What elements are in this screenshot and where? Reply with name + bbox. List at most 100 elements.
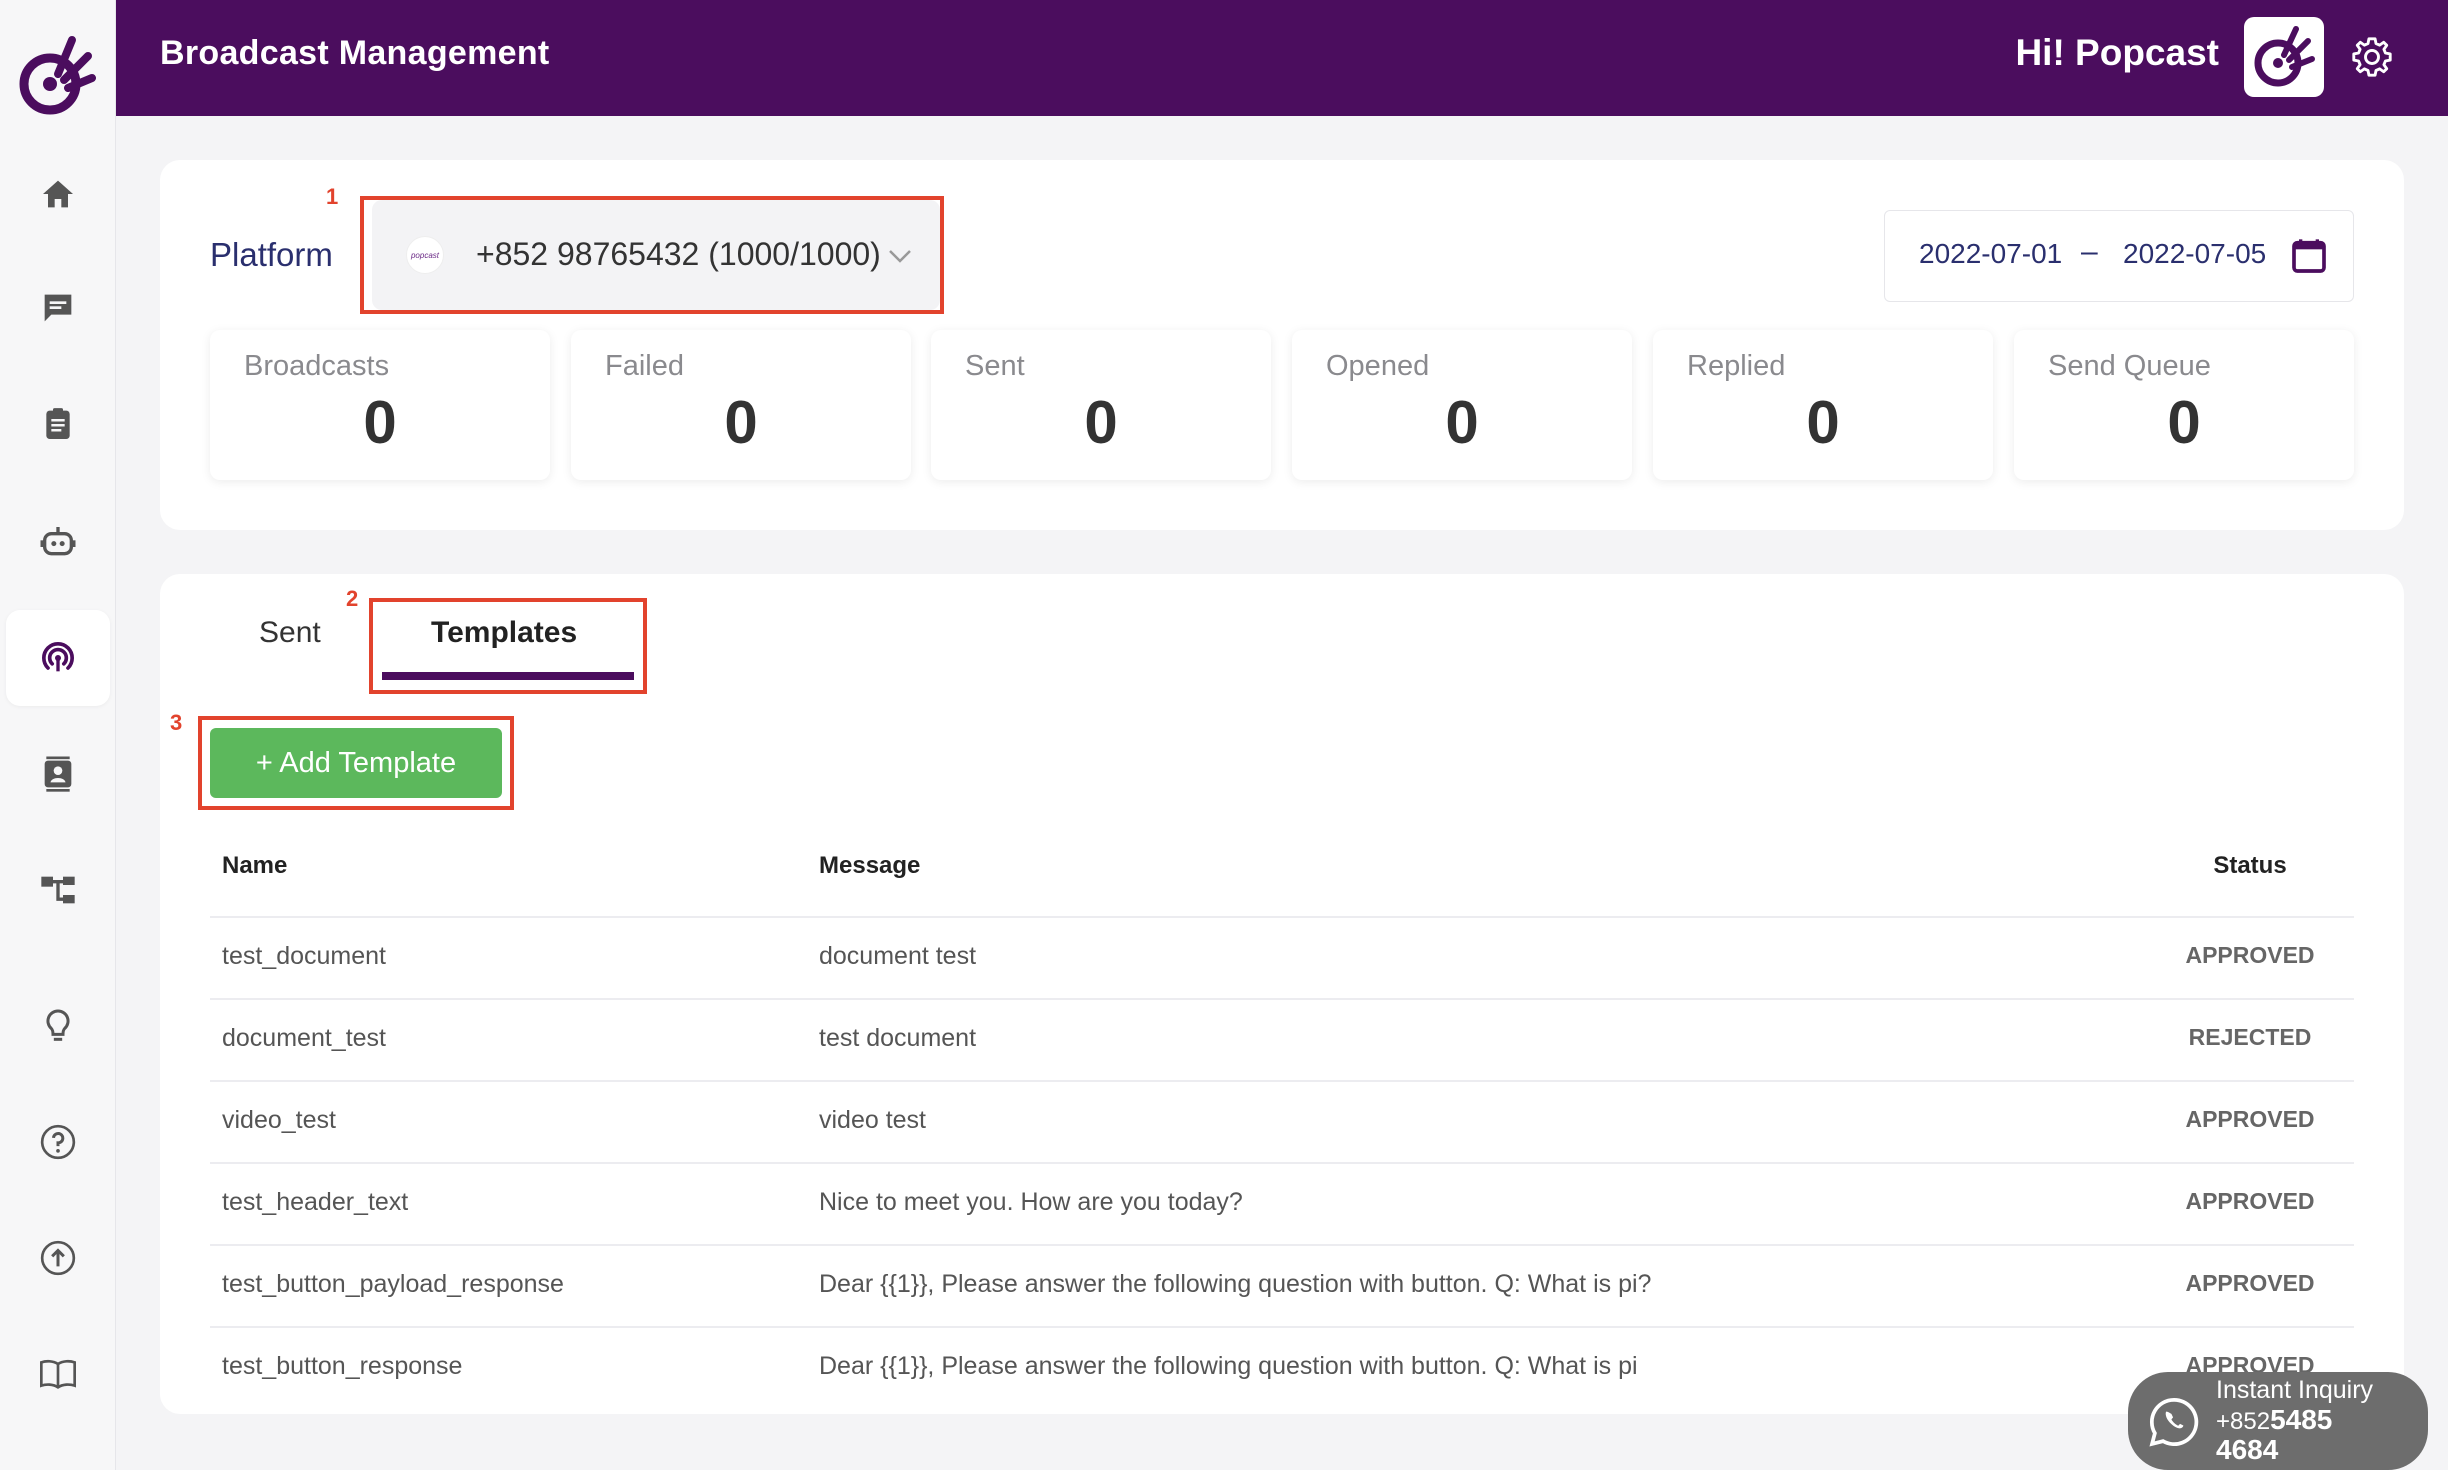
add-template-button[interactable]: + Add Template [210,728,502,798]
whatsapp-label: Instant Inquiry [2216,1376,2374,1404]
sidebar-item-upload[interactable] [6,1210,110,1306]
table-row[interactable]: test_button_payload_response Dear {{1}},… [210,1244,2354,1326]
column-header-name[interactable]: Name [222,852,287,880]
stat-card-sent: Sent 0 [931,330,1271,480]
avatar[interactable] [2244,17,2324,97]
template-name: test_button_payload_response [222,1270,564,1298]
template-message: document test [819,942,977,970]
template-name: test_header_text [222,1188,409,1216]
upload-icon [40,1240,76,1276]
platform-logo: popcast [406,236,444,274]
template-message: video test [819,1106,927,1134]
stat-label: Failed [605,350,684,382]
whatsapp-inquiry-button[interactable]: Instant Inquiry +8525485 4684 [2128,1372,2428,1470]
settings-gear-icon[interactable] [2349,34,2395,80]
stat-value: 0 [1806,389,1840,456]
platform-value: +852 98765432 (1000/1000) [476,236,881,272]
template-message: Dear {{1}}, Please answer the following … [819,1352,1638,1380]
active-tab-indicator [382,672,634,680]
status-badge: APPROVED [2185,1188,2315,1214]
stat-card-broadcasts: Broadcasts 0 [210,330,550,480]
home-icon [43,180,73,208]
tab-sent[interactable]: Sent [259,616,321,650]
sidebar-item-help[interactable] [6,1094,110,1190]
sidebar-item-clipboard[interactable] [6,376,110,472]
date-start: 2022-07-01 [1919,238,2063,269]
annotation-number-3: 3 [170,710,183,735]
tab-templates[interactable]: Templates [431,616,577,650]
status-badge: APPROVED [2185,1270,2315,1296]
filters-card: Platform 1 popcast +852 98765432 (1000/1… [160,160,2404,530]
status-badge: APPROVED [2185,942,2315,968]
whatsapp-number-part: 4684 [2216,1434,2279,1465]
chevron-down-icon [889,250,911,263]
date-separator: – [2081,235,2098,268]
column-header-status[interactable]: Status [2140,852,2360,880]
stat-label: Broadcasts [244,350,390,382]
user-greeting: Hi! Popcast [2015,32,2219,73]
status-badge: APPROVED [2185,1106,2315,1132]
stat-value: 0 [2167,389,2201,456]
page-title: Broadcast Management [160,34,550,72]
sidebar-item-contacts[interactable] [6,726,110,822]
sidebar-item-chat[interactable] [6,260,110,356]
annotation-number-1: 1 [326,184,339,209]
stat-value: 0 [1084,389,1118,456]
whatsapp-prefix: +852 [2216,1408,2271,1435]
lightbulb-icon [46,1009,70,1041]
calendar-icon [2292,239,2326,273]
top-header: Broadcast Management Hi! Popcast [116,0,2448,116]
stat-card-failed: Failed 0 [571,330,911,480]
template-message: test document [819,1024,977,1052]
whatsapp-number-line: +8525485 [2216,1404,2332,1436]
annotation-number-2: 2 [346,586,359,611]
platform-label: Platform [210,236,333,273]
column-header-message[interactable]: Message [819,852,920,880]
template-message: Nice to meet you. How are you today? [819,1188,1243,1216]
flow-icon [41,876,75,904]
table-row[interactable]: test_header_text Nice to meet you. How a… [210,1162,2354,1244]
sidebar-item-broadcast[interactable] [6,610,110,706]
stat-value: 0 [724,389,758,456]
date-range-picker[interactable]: 2022-07-01 – 2022-07-05 [1884,210,2354,302]
sidebar [0,0,116,1470]
stat-value: 0 [363,389,397,456]
stat-label: Sent [965,350,1025,382]
table-row[interactable]: test_document document test APPROVED [210,916,2354,998]
date-end: 2022-07-05 [2123,238,2267,269]
template-message: Dear {{1}}, Please answer the following … [819,1270,1652,1298]
table-row[interactable]: document_test test document REJECTED [210,998,2354,1080]
broadcast-icon [42,641,74,672]
stat-label: Replied [1687,350,1786,382]
whatsapp-number-part: 5485 [2270,1404,2333,1435]
bot-icon [40,527,76,556]
stat-label: Opened [1326,350,1430,382]
popcast-logo[interactable] [16,34,96,118]
platform-dropdown[interactable]: popcast +852 98765432 (1000/1000) [372,200,940,310]
popcast-avatar-icon [2254,26,2315,87]
sidebar-item-docs[interactable] [6,1326,110,1422]
table-row[interactable]: test_button_response Dear {{1}}, Please … [210,1326,2354,1408]
sidebar-item-ideas[interactable] [6,978,110,1074]
template-name: document_test [222,1024,386,1052]
stat-label: Send Queue [2048,350,2211,382]
clipboard-icon [46,408,70,439]
stat-card-replied: Replied 0 [1653,330,1993,480]
chat-icon [44,294,72,322]
sidebar-item-flow[interactable] [6,842,110,938]
templates-card: Sent 2 Templates 3 + Add Template Name M… [160,574,2404,1414]
sidebar-item-home[interactable] [6,146,110,242]
template-name: test_document [222,942,386,970]
stat-card-send-queue: Send Queue 0 [2014,330,2354,480]
status-badge: REJECTED [2188,1024,2312,1050]
template-name: test_button_response [222,1352,463,1380]
help-icon [40,1124,76,1160]
stat-card-opened: Opened 0 [1292,330,1632,480]
contacts-icon [44,756,72,792]
book-icon [40,1359,76,1389]
whatsapp-icon [2149,1397,2199,1447]
stat-value: 0 [1445,389,1479,456]
template-name: video_test [222,1106,336,1134]
table-row[interactable]: video_test video test APPROVED [210,1080,2354,1162]
sidebar-item-bot[interactable] [6,494,110,590]
